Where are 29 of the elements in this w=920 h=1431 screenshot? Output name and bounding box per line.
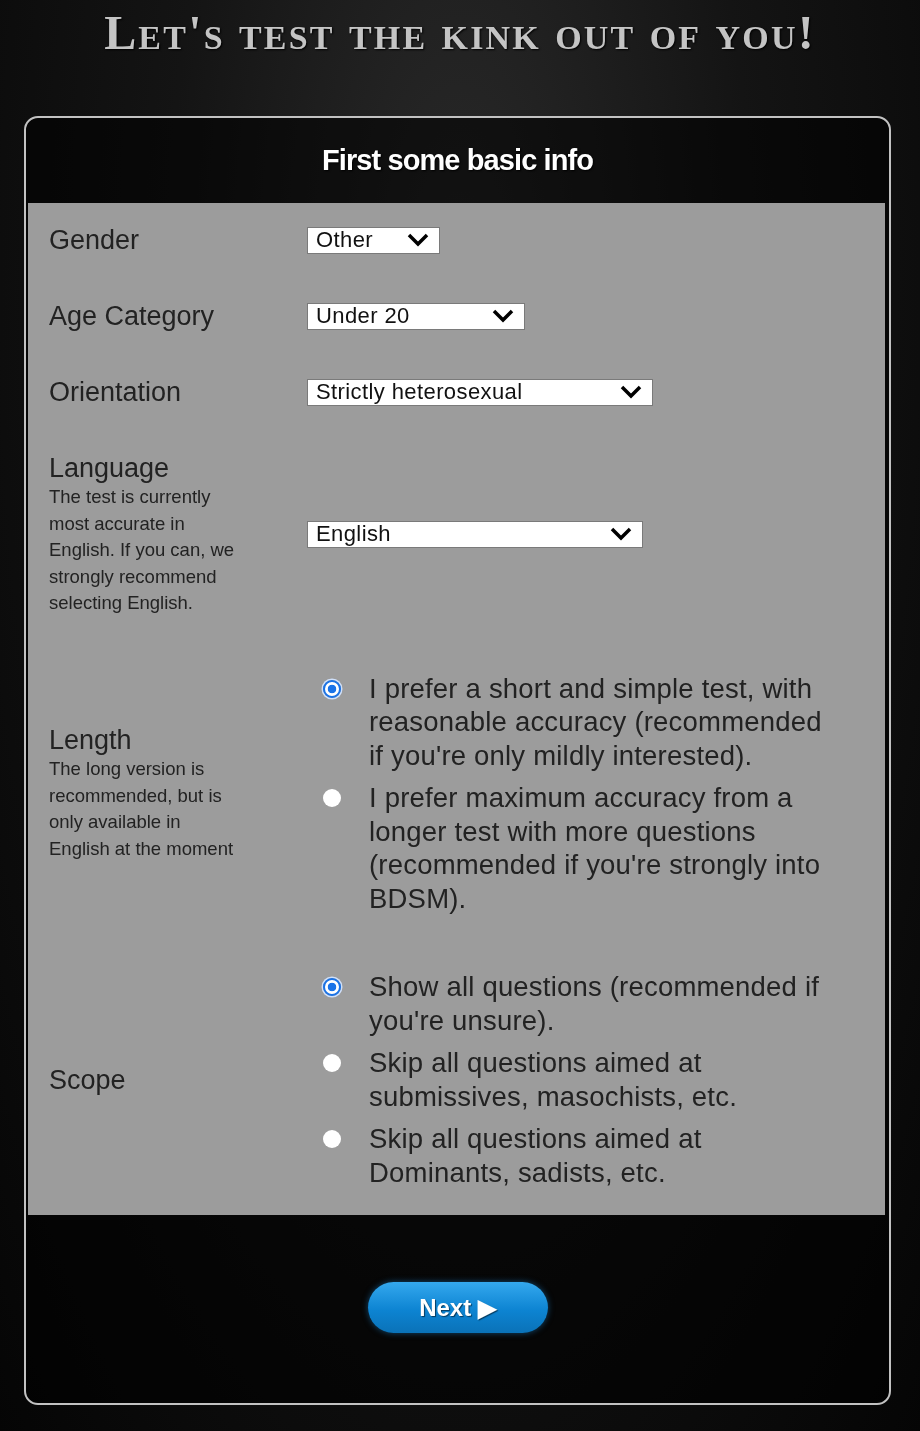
chevron-down-icon [492, 309, 514, 323]
chevron-down-icon [620, 385, 642, 399]
chevron-down-icon [407, 233, 429, 247]
field-label: Scope [49, 1063, 127, 1096]
radio-button[interactable] [323, 1054, 341, 1072]
option-label[interactable]: I prefer a short and simple test, with reasonable accuracy (recommended if you're only mildly interested). [369, 671, 835, 772]
option-label[interactable]: Show all questions (recommended if you're unsure). [369, 970, 835, 1037]
field-label: Orientation [49, 376, 183, 408]
option-label[interactable]: Skip all questions aimed at submissives, masochists, etc. [369, 1046, 835, 1113]
form-heading: First some basic info [320, 143, 595, 178]
option-label[interactable]: I prefer maximum accuracy from a longer test with more questions (recommended if you're strongly into BDSM). [369, 781, 835, 915]
dropdown-select[interactable]: Other [307, 226, 440, 254]
radio-button[interactable] [323, 679, 341, 698]
field-label: Length [49, 724, 133, 757]
page-title: Let's test the kink out of you! [103, 8, 817, 58]
field-label: Gender [49, 224, 141, 256]
radio-button[interactable] [323, 1130, 341, 1148]
radio-button[interactable] [323, 789, 341, 807]
field-note: The test is currently most accurate in English. If you can, we strongly recommend selecting English. [49, 485, 235, 615]
chevron-down-icon [610, 527, 632, 542]
field-note: The long version is recommended, but is only available in English at the moment [49, 757, 235, 861]
dropdown-select[interactable]: Strictly heterosexual [307, 378, 653, 406]
option-label[interactable]: Skip all questions aimed at Dominants, sadists, etc. [369, 1122, 835, 1189]
field-label: Age Category [49, 300, 216, 332]
radio-button[interactable] [323, 978, 341, 996]
dropdown-select[interactable]: English [307, 520, 643, 548]
dropdown-select[interactable]: Under 20 [307, 302, 525, 330]
field-label: Language [49, 452, 171, 484]
next-button[interactable]: Next ▶ [367, 1282, 548, 1333]
